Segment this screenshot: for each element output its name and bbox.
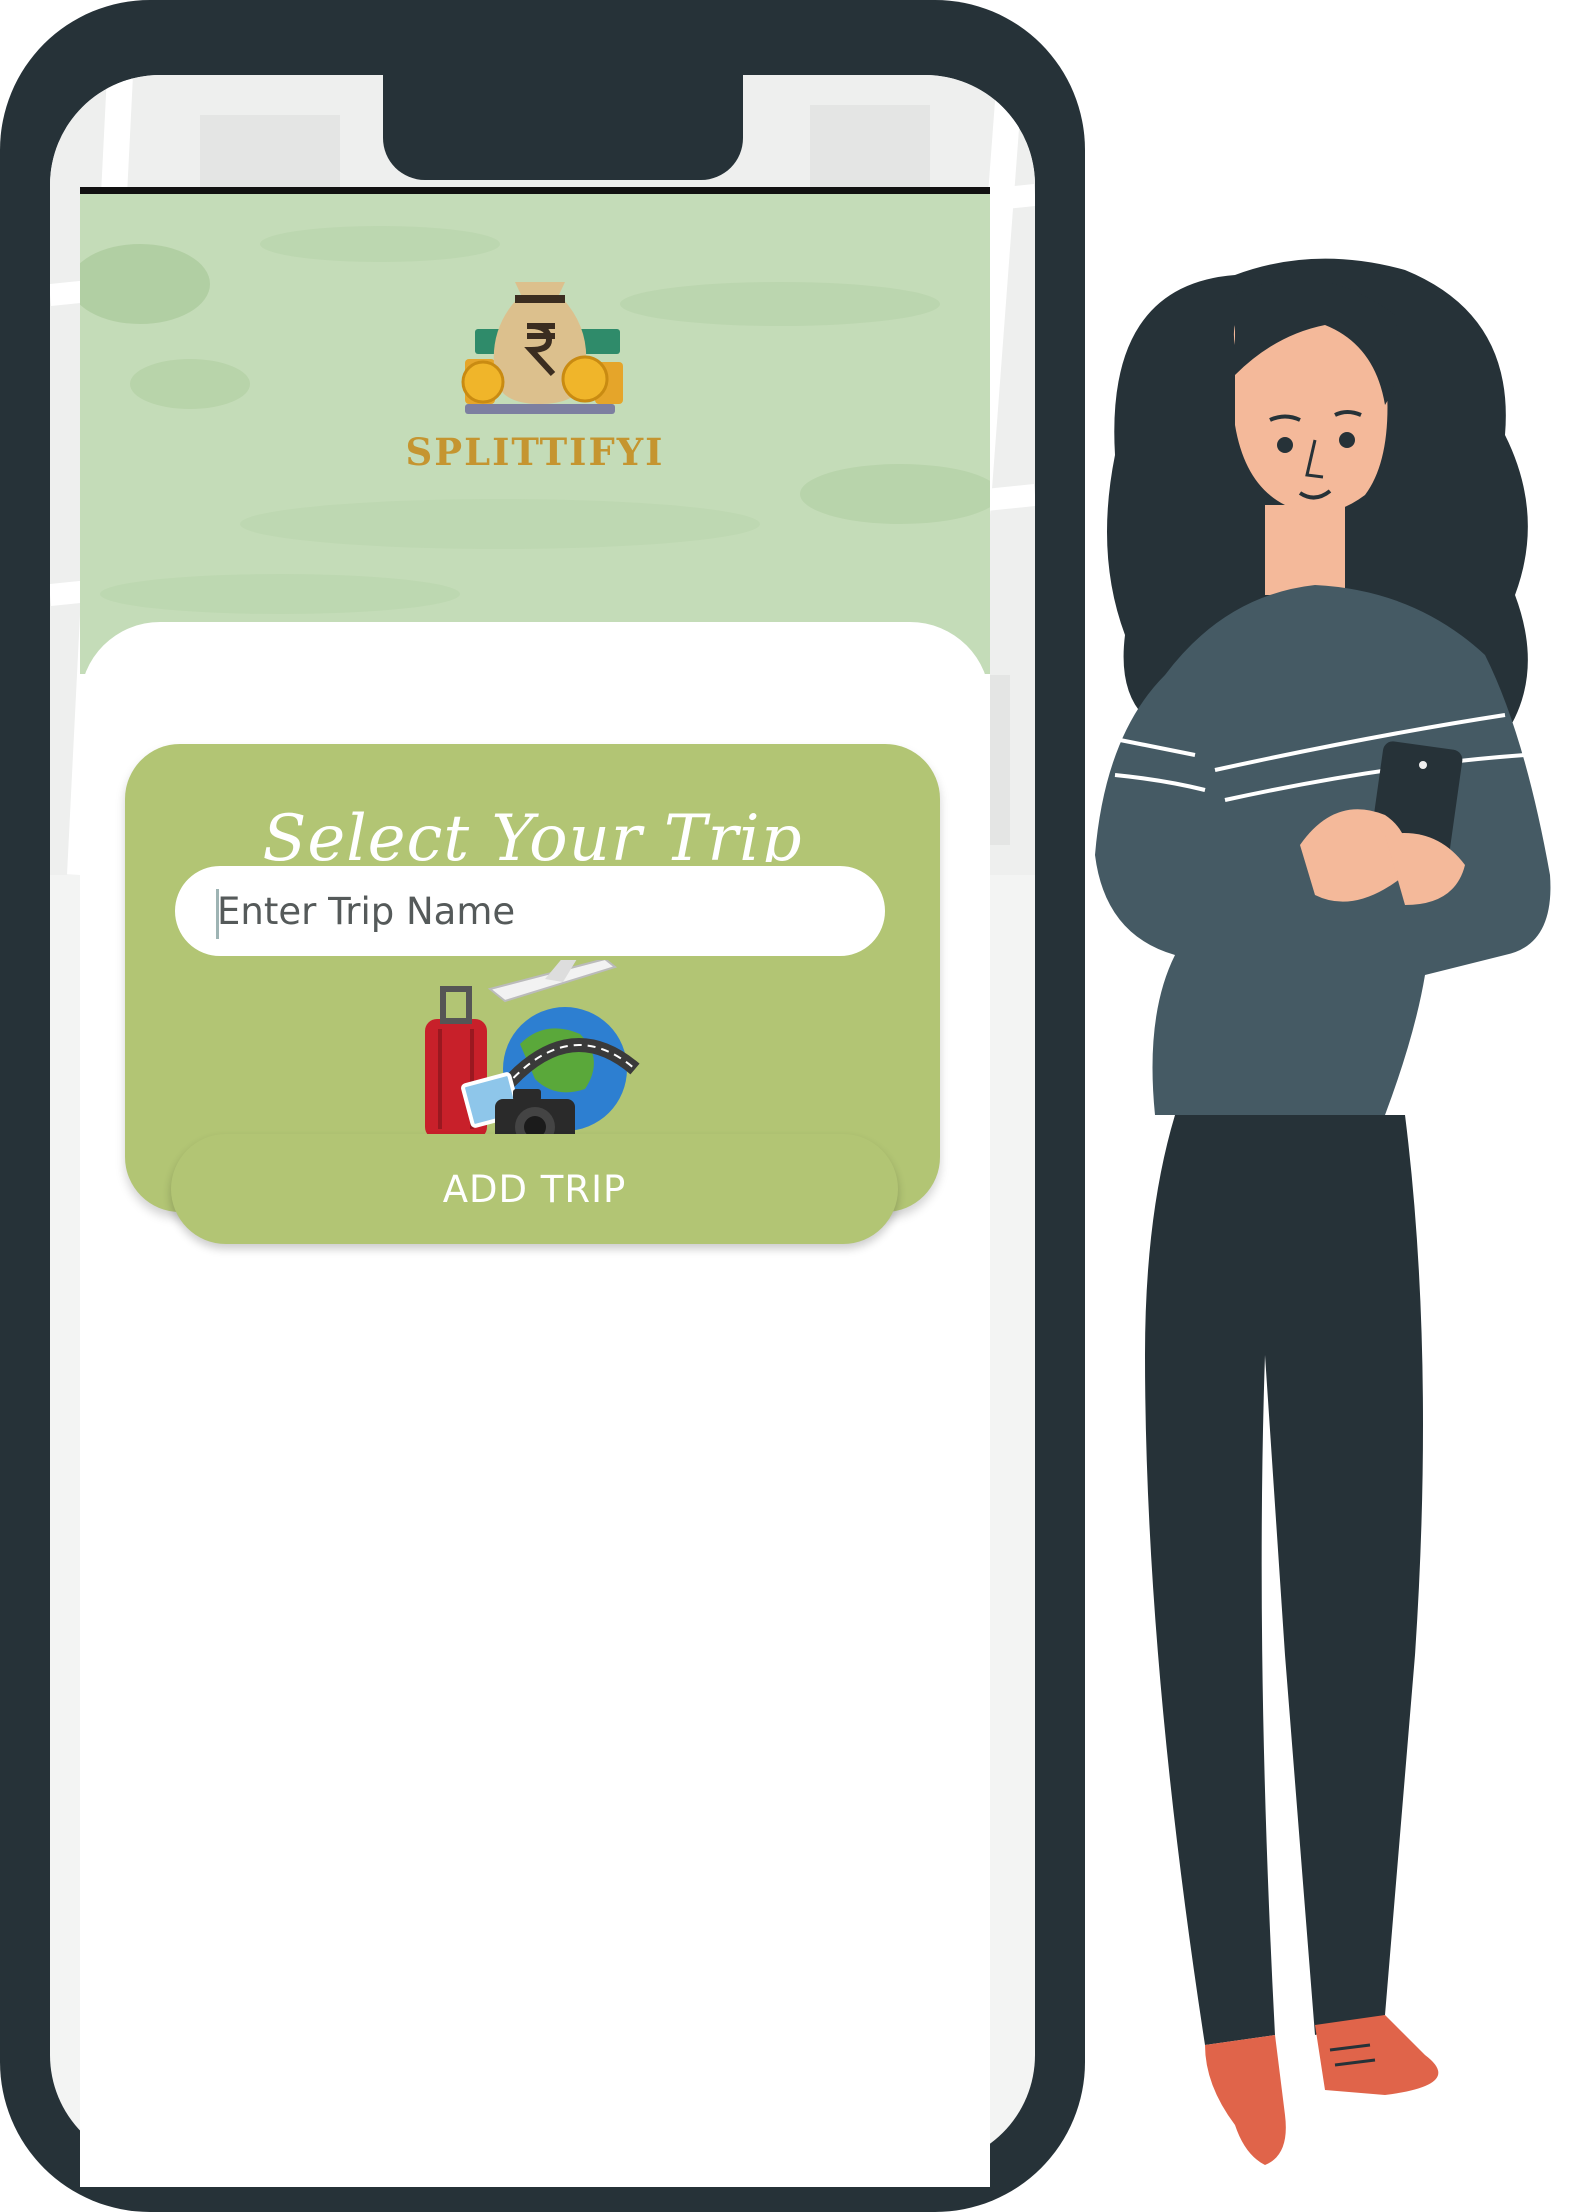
- hero-banner: SPLITTIFYI: [80, 194, 990, 674]
- woman-illustration: [1094, 258, 1551, 2165]
- brand-name: SPLITTIFYI: [405, 430, 665, 474]
- content-card: Select Your Trip: [80, 622, 990, 2187]
- add-trip-button[interactable]: ADD TRIP: [171, 1134, 898, 1244]
- app-screen: SPLITTIFYI Select Your Trip Enter Trip N…: [80, 187, 990, 2187]
- trip-name-input[interactable]: [171, 862, 889, 960]
- money-bag-icon: [461, 282, 623, 414]
- phone-notch: [383, 0, 743, 180]
- text-cursor: [216, 889, 219, 939]
- status-bar: [80, 187, 990, 194]
